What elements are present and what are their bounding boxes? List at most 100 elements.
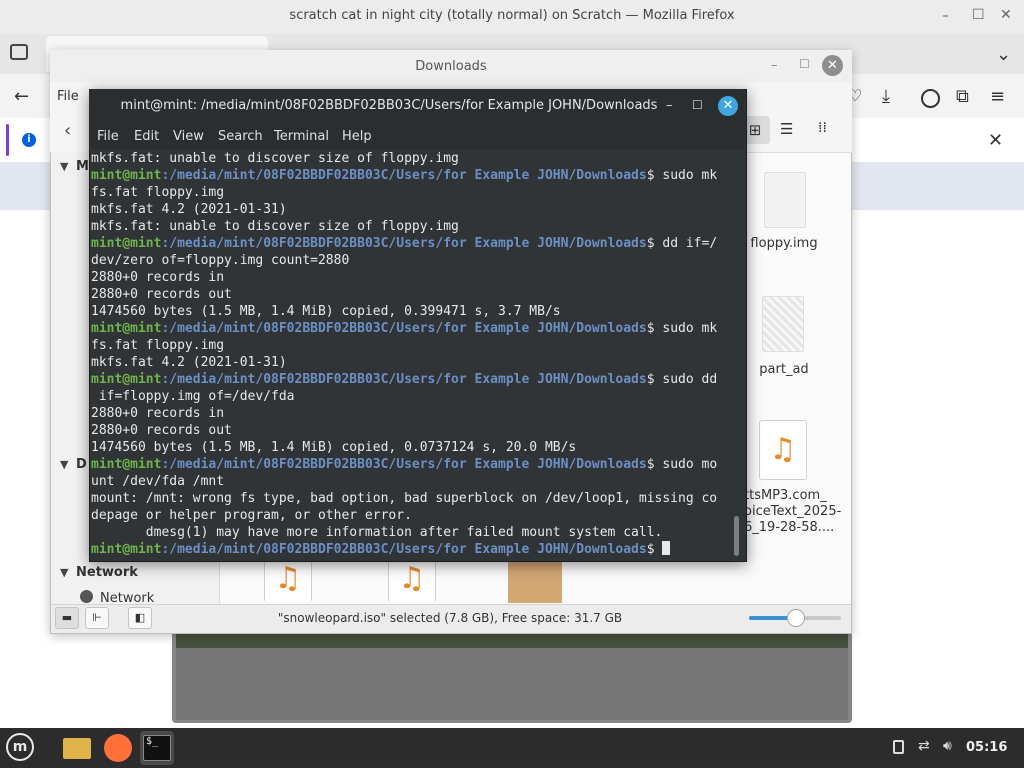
prompt-command: $ dd if=/ [646, 236, 718, 251]
firefox-minimize-button[interactable]: – [942, 8, 949, 24]
prompt-path: :/media/mint/08F02BBDF02BB03C/Users/for … [161, 236, 647, 251]
firefox-icon[interactable] [101, 731, 135, 765]
terminal-icon[interactable]: $_ [140, 731, 174, 765]
network-status-icon[interactable]: ⇄ [918, 738, 930, 754]
terminal-prompt-line: mint@mint:/media/mint/08F02BBDF02BB03C/U… [91, 541, 671, 557]
file-label[interactable]: floppy.img [740, 236, 828, 251]
zoom-slider-knob[interactable] [787, 609, 805, 627]
terminal-prompt-line: mint@mint:/media/mint/08F02BBDF02BB03C/U… [91, 457, 717, 472]
terminal-output-line: mkfs.fat: unable to discover size of flo… [91, 219, 459, 234]
file-manager-close-button[interactable]: ✕ [822, 55, 843, 76]
terminal-output-line: unt /dev/fda /mnt [91, 474, 225, 489]
archive-icon[interactable] [508, 558, 562, 603]
terminal-prompt-line: mint@mint:/media/mint/08F02BBDF02BB03C/U… [91, 236, 717, 251]
terminal-prompt-line: mint@mint:/media/mint/08F02BBDF02BB03C/U… [91, 168, 717, 183]
document-icon[interactable] [764, 172, 806, 228]
terminal-output-line: fs.fat floppy.img [91, 185, 225, 200]
menu-icon[interactable]: ≡ [990, 86, 1005, 107]
terminal-menu-terminal[interactable]: Terminal [274, 129, 329, 144]
terminal-minimize-button[interactable]: – [666, 98, 673, 113]
prompt-path: :/media/mint/08F02BBDF02BB03C/Users/for … [161, 168, 647, 183]
terminal-output-line: fs.fat floppy.img [91, 338, 225, 353]
terminal-menu-view[interactable]: View [173, 129, 204, 144]
collapse-icon[interactable]: ▼ [60, 566, 68, 579]
file-manager-maximize-button[interactable]: ☐ [799, 57, 810, 71]
mint-menu-icon[interactable]: m [6, 733, 34, 761]
terminal-output-line: mkfs.fat 4.2 (2021-01-31) [91, 355, 287, 370]
collapse-icon[interactable]: ▼ [60, 458, 68, 471]
terminal-output-line: 2880+0 records out [91, 423, 232, 438]
sidebar-section-devices: D [76, 457, 87, 472]
terminal-maximize-button[interactable]: ☐ [692, 98, 703, 112]
clipboard-icon[interactable] [893, 740, 904, 754]
show-tree-button[interactable]: ⊩ [85, 607, 109, 629]
prompt-user: mint@mint [91, 457, 162, 472]
terminal-output-line: if=floppy.img of=/dev/fda [91, 389, 295, 404]
document-icon[interactable] [762, 296, 804, 352]
terminal-output-line: 2880+0 records in [91, 270, 225, 285]
terminal-output-line: dmesg(1) may have more information after… [91, 525, 663, 540]
clock[interactable]: 05:16 [966, 740, 1007, 755]
tab-overview-icon[interactable] [10, 44, 28, 60]
prompt-path: :/media/mint/08F02BBDF02BB03C/Users/for … [161, 542, 647, 557]
terminal-close-button[interactable]: ✕ [718, 96, 738, 116]
back-icon[interactable]: ← [14, 86, 29, 107]
back-icon[interactable]: ‹ [64, 120, 71, 141]
prompt-command: $ sudo mk [646, 168, 718, 183]
firefox-logo [104, 734, 132, 762]
prompt-user: mint@mint [91, 321, 162, 336]
file-label[interactable]: ttsMP3.com_ [744, 488, 836, 503]
music-file-icon[interactable]: ♫ [264, 555, 312, 602]
terminal-output-line: 2880+0 records in [91, 406, 225, 421]
file-label[interactable]: oiceText_2025- [744, 504, 841, 519]
terminal-cursor [662, 541, 671, 555]
network-icon [80, 590, 93, 603]
firefox-maximize-button[interactable]: ☐ [972, 7, 985, 23]
terminal-menu-file[interactable]: File [97, 129, 119, 144]
terminal-menu-edit[interactable]: Edit [134, 129, 159, 144]
compact-view-icon[interactable]: ⁞⁞ [818, 120, 827, 136]
file-manager-menu-file[interactable]: File [57, 89, 79, 104]
music-file-icon[interactable]: ♫ [388, 555, 436, 602]
terminal-output-line: mkfs.fat 4.2 (2021-01-31) [91, 202, 287, 217]
close-icon[interactable]: ✕ [988, 130, 1003, 151]
prompt-command: $ sudo mo [646, 457, 718, 472]
terminal-scrollbar[interactable] [734, 516, 739, 556]
prompt-user: mint@mint [91, 236, 162, 251]
sidebar-section-my-computer: M [76, 159, 89, 174]
collapse-icon[interactable]: ▼ [60, 160, 68, 173]
terminal-prompt-line: mint@mint:/media/mint/08F02BBDF02BB03C/U… [91, 372, 717, 387]
prompt-command: $ sudo mk [646, 321, 718, 336]
prompt-user: mint@mint [91, 168, 162, 183]
extensions-icon[interactable]: ⧉ [956, 86, 969, 107]
prompt-command: $ sudo dd [646, 372, 718, 387]
prompt-path: :/media/mint/08F02BBDF02BB03C/Users/for … [161, 457, 647, 472]
download-icon[interactable]: ⤓ [882, 86, 890, 107]
terminal-screen[interactable]: mkfs.fat: unable to discover size of flo… [90, 150, 732, 558]
terminal-output-line: 1474560 bytes (1.5 MB, 1.4 MiB) copied, … [91, 304, 561, 319]
file-label[interactable]: 6_19-28-58.... [744, 520, 836, 535]
file-manager-minimize-button[interactable]: – [771, 58, 778, 73]
file-label[interactable]: part_ad [740, 362, 828, 377]
terminal-menu-search[interactable]: Search [218, 129, 263, 144]
terminal-prompt-line: mint@mint:/media/mint/08F02BBDF02BB03C/U… [91, 321, 717, 336]
account-icon[interactable] [921, 89, 940, 108]
volume-icon[interactable]: 🔊︎ [943, 738, 952, 754]
terminal-menu-help[interactable]: Help [342, 129, 372, 144]
prompt-path: :/media/mint/08F02BBDF02BB03C/Users/for … [161, 372, 647, 387]
terminal-output: mkfs.fat: unable to discover size of flo… [90, 150, 732, 558]
terminal-output-line: 2880+0 records out [91, 287, 232, 302]
file-manager-title: Downloads [415, 59, 487, 74]
show-places-button[interactable]: ▬ [55, 607, 79, 629]
terminal-output-line: 1474560 bytes (1.5 MB, 1.4 MiB) copied, … [91, 440, 577, 455]
prompt-path: :/media/mint/08F02BBDF02BB03C/Users/for … [161, 321, 647, 336]
sidebar-section-network: Network [76, 565, 138, 580]
terminal-glyph: $_ [143, 735, 171, 761]
list-tabs-icon[interactable]: ⌄ [996, 44, 1011, 65]
terminal-output-line: mount: /mnt: wrong fs type, bad option, … [91, 491, 718, 506]
list-view-icon[interactable]: ☰ [780, 120, 793, 138]
prompt-command: $ [646, 542, 663, 557]
firefox-close-button[interactable]: ✕ [1000, 7, 1012, 23]
music-file-icon[interactable]: ♫ [759, 420, 807, 480]
files-icon[interactable] [60, 731, 94, 765]
